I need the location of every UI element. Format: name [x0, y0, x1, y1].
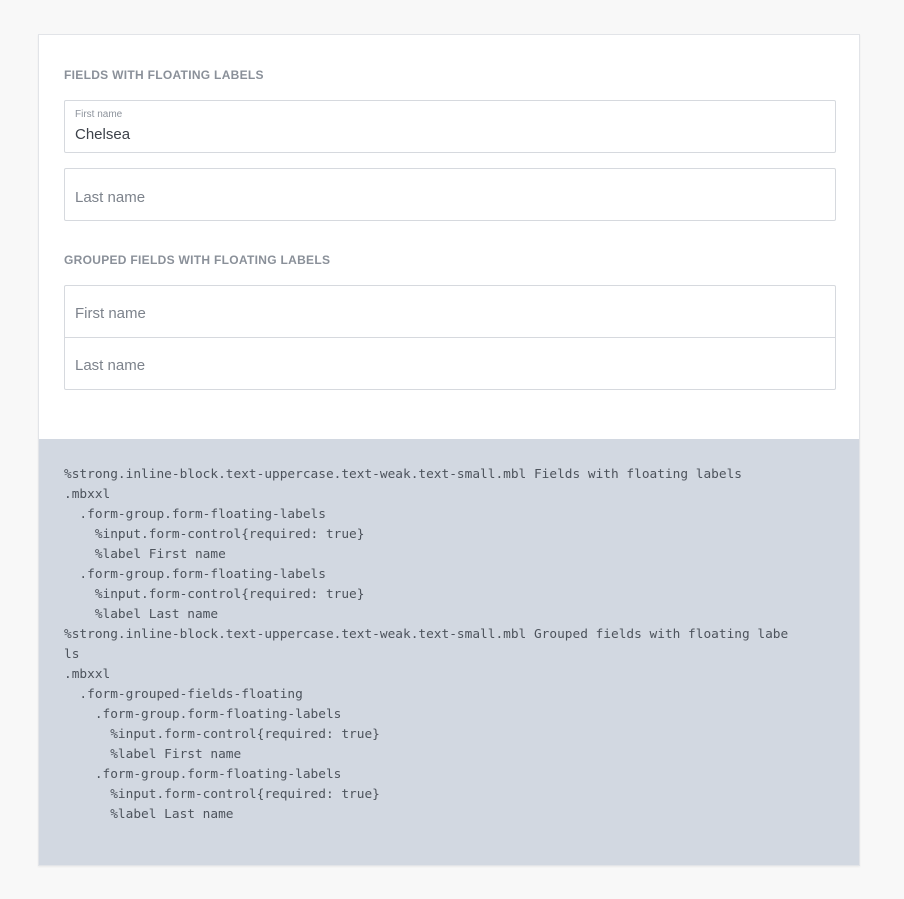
- code-line: .form-group.form-floating-labels: [64, 507, 326, 522]
- first-name-floating-label: First name: [75, 109, 123, 120]
- code-line: .mbxxl: [64, 667, 111, 682]
- code-line: %label Last name: [64, 607, 219, 622]
- section-title-floating-labels: Fields with floating labels: [64, 68, 264, 82]
- code-line: %input.form-control{required: true}: [64, 587, 365, 602]
- code-line: %input.form-control{required: true}: [64, 527, 365, 542]
- demo-area: Fields with floating labels First name C…: [39, 35, 859, 439]
- first-name-value: Chelsea: [75, 126, 131, 143]
- grouped-fields: First name Last name: [64, 285, 836, 390]
- first-name-field[interactable]: First name Chelsea: [64, 100, 836, 153]
- grouped-last-name-placeholder: Last name: [75, 357, 146, 374]
- section-title-grouped-floating-labels: Grouped fields with floating labels: [64, 253, 331, 267]
- code-block: %strong.inline-block.text-uppercase.text…: [64, 465, 839, 825]
- code-line: %label First name: [64, 547, 226, 562]
- grouped-last-name-field[interactable]: Last name: [65, 337, 835, 389]
- code-line: .mbxxl: [64, 487, 111, 502]
- last-name-placeholder: Last name: [75, 189, 146, 206]
- demo-card: Fields with floating labels First name C…: [38, 34, 860, 866]
- code-line: .form-group.form-floating-labels: [64, 707, 342, 722]
- code-line: %label Last name: [64, 807, 234, 822]
- code-line: .form-group.form-floating-labels: [64, 567, 326, 582]
- code-line: .form-group.form-floating-labels: [64, 767, 342, 782]
- last-name-field[interactable]: Last name: [64, 168, 836, 221]
- grouped-first-name-field[interactable]: First name: [65, 286, 835, 337]
- code-example: %strong.inline-block.text-uppercase.text…: [39, 439, 859, 865]
- code-line: %input.form-control{required: true}: [64, 787, 380, 802]
- code-line: %label First name: [64, 747, 242, 762]
- code-line: %strong.inline-block.text-uppercase.text…: [64, 467, 742, 482]
- grouped-first-name-placeholder: First name: [75, 305, 146, 322]
- code-line: %input.form-control{required: true}: [64, 727, 380, 742]
- code-line: %strong.inline-block.text-uppercase.text…: [64, 627, 789, 642]
- code-line: ls: [64, 647, 80, 662]
- code-line: .form-grouped-fields-floating: [64, 687, 303, 702]
